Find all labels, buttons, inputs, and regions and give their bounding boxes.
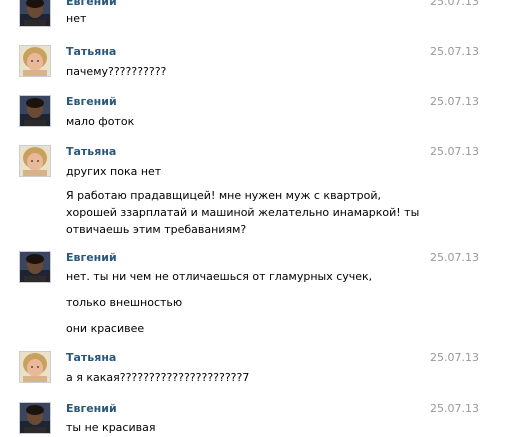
avatar-evgeniy-icon [20, 96, 50, 126]
chat-history: Евгений 25.07.13 нет Татьяна 25.07.13 па… [0, 0, 511, 437]
message-author[interactable]: Евгений [66, 251, 117, 264]
avatar-evgeniy-icon [20, 0, 50, 26]
avatar[interactable] [19, 402, 51, 434]
message-text: нет [66, 12, 87, 25]
avatar[interactable] [19, 251, 51, 283]
avatar[interactable] [19, 145, 51, 177]
message-text: нет. ты ни чем не отличаешься от гламурн… [66, 270, 373, 283]
message-author[interactable]: Татьяна [66, 351, 116, 364]
message-author[interactable]: Татьяна [66, 145, 116, 158]
avatar[interactable] [19, 95, 51, 127]
message-date[interactable]: 25.07.13 [430, 402, 479, 415]
message-text: они красивее [66, 322, 145, 335]
message-text: только внешностью [66, 296, 183, 309]
avatar-tatyana-icon [20, 46, 50, 76]
message-text: мало фоток [66, 115, 135, 128]
message-date[interactable]: 25.07.13 [430, 145, 479, 158]
message-author[interactable]: Евгений [66, 0, 117, 8]
message-text: других пока нет [66, 165, 162, 178]
message-date[interactable]: 25.07.13 [430, 351, 479, 364]
avatar-evgeniy-icon [20, 252, 50, 282]
message-date[interactable]: 25.07.13 [430, 0, 479, 8]
message-author[interactable]: Евгений [66, 95, 117, 108]
message-date[interactable]: 25.07.13 [430, 45, 479, 58]
avatar-evgeniy-icon [20, 403, 50, 433]
message-author[interactable]: Татьяна [66, 45, 116, 58]
message-text: Я работаю прадавщицей! мне нужен муж с к… [66, 189, 420, 236]
avatar-tatyana-icon [20, 352, 50, 382]
message-text: пачему?????????? [66, 65, 167, 78]
avatar-tatyana-icon [20, 146, 50, 176]
message-text: а я какая?????????????????????7 [66, 371, 250, 384]
avatar[interactable] [19, 351, 51, 383]
message-author[interactable]: Евгений [66, 402, 117, 415]
message-date[interactable]: 25.07.13 [430, 95, 479, 108]
avatar[interactable] [19, 0, 51, 27]
message-date[interactable]: 25.07.13 [430, 251, 479, 264]
message-text: ты не красивая [66, 421, 156, 434]
avatar[interactable] [19, 45, 51, 77]
